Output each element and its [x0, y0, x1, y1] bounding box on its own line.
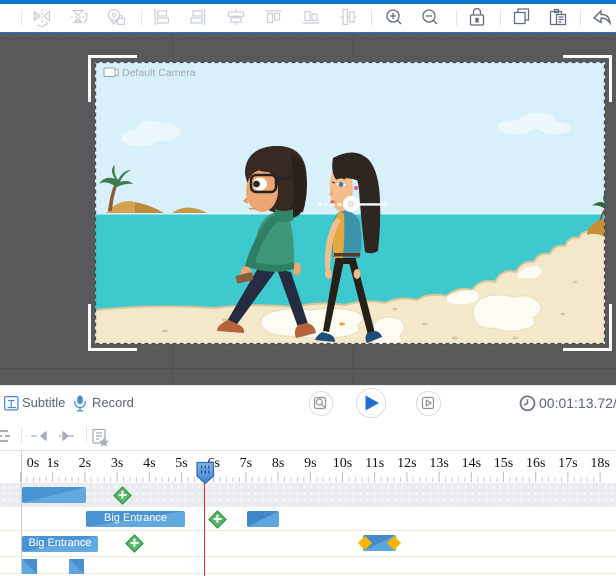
- svg-text:00:01:13.72/0: 00:01:13.72/0: [539, 395, 616, 411]
- svg-text:15s: 15s: [494, 456, 513, 471]
- svg-text:14s: 14s: [462, 456, 481, 471]
- svg-text:16s: 16s: [526, 456, 545, 471]
- svg-text:5s: 5s: [175, 456, 187, 471]
- svg-text:1s: 1s: [46, 456, 58, 471]
- svg-text:9s: 9s: [304, 456, 316, 471]
- svg-text:13s: 13s: [429, 456, 448, 471]
- svg-text:17s: 17s: [558, 456, 577, 471]
- svg-text:7s: 7s: [240, 456, 252, 471]
- svg-text:0s: 0s: [27, 456, 39, 471]
- svg-text:10s: 10s: [333, 456, 352, 471]
- svg-text:4s: 4s: [143, 456, 155, 471]
- svg-text:8s: 8s: [272, 456, 284, 471]
- svg-text:11s: 11s: [365, 456, 384, 471]
- svg-text:3s: 3s: [111, 456, 123, 471]
- svg-text:18s: 18s: [590, 456, 609, 471]
- svg-text:2s: 2s: [79, 456, 91, 471]
- svg-text:Default Camera: Default Camera: [122, 67, 196, 79]
- svg-text:12s: 12s: [397, 456, 416, 471]
